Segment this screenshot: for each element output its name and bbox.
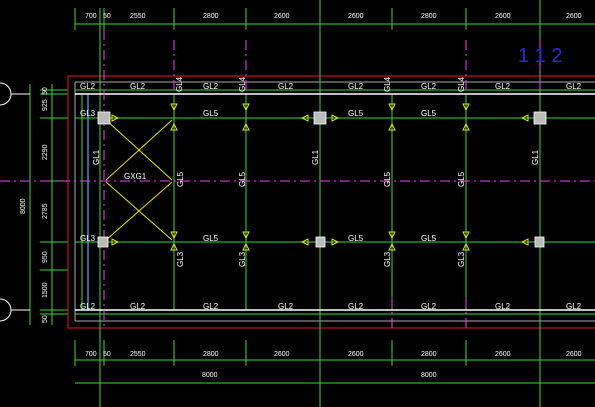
left-dim-5: 1500: [42, 282, 49, 298]
bottom-total-1: 8000: [421, 372, 437, 379]
gl5-v-1: GL5: [238, 171, 247, 187]
row4-beam-1: GL5: [203, 234, 219, 243]
bottom-beam-7: GL2: [566, 302, 582, 311]
bottom-total-0: 8000: [202, 372, 218, 379]
top-beam-5: GL2: [278, 82, 294, 91]
bottom-beam-6: GL2: [495, 302, 511, 311]
row2-beam-1: GL5: [203, 109, 219, 118]
gl3-v-3: GL3: [457, 251, 466, 267]
column-a3: [533, 111, 547, 125]
left-dim-total: 8000: [20, 198, 27, 214]
left-dim-2: 2290: [42, 144, 49, 160]
gl5-v-3: GL5: [457, 171, 466, 187]
top-dim-1: 50: [103, 13, 111, 20]
top-dim-5: 2600: [348, 13, 364, 20]
column-b3: [534, 236, 545, 248]
top-beam-3: GL2: [203, 82, 219, 91]
top-dim-6: 2800: [421, 13, 437, 20]
row2-beam-2: GL5: [348, 109, 364, 118]
top-dim-3: 2800: [203, 13, 219, 20]
bottom-beam-4: GL2: [348, 302, 364, 311]
top-beam-2: GL4: [175, 76, 184, 92]
left-dim-6: 50: [42, 315, 49, 323]
row2-beam-3: GL5: [421, 109, 437, 118]
top-dim-7: 2600: [495, 13, 511, 20]
row4-beam-3: GL5: [421, 234, 437, 243]
bottom-dim-0: 700: [85, 351, 97, 358]
gl1-1: GL1: [311, 149, 320, 165]
row2-beam-0: GL3: [80, 109, 96, 118]
top-beam-9: GL4: [457, 76, 466, 92]
bottom-dim-3: 2800: [203, 351, 219, 358]
bottom-beam-2: GL2: [203, 302, 219, 311]
bottom-dim-7: 2600: [495, 351, 511, 358]
row4-beam-2: GL5: [348, 234, 364, 243]
gl5-v-0: GL5: [176, 171, 185, 187]
gl3-v-2: GL3: [383, 251, 392, 267]
top-beam-11: GL2: [566, 82, 582, 91]
top-beam-10: GL2: [495, 82, 511, 91]
bottom-dim-5: 2600: [348, 351, 364, 358]
top-beam-1: GL2: [130, 82, 146, 91]
bottom-beam-3: GL2: [278, 302, 294, 311]
column-a2: [313, 111, 327, 125]
bottom-beam-0: GL2: [80, 302, 96, 311]
bottom-dim-8: 2600: [566, 351, 582, 358]
column-a1: [97, 111, 111, 125]
column-b2: [315, 236, 326, 248]
partial-title-text: 1 1 2: [518, 45, 562, 67]
top-beam-7: GL4: [383, 76, 392, 92]
gl5-v-2: GL5: [383, 171, 392, 187]
bracing-label: GXG1: [124, 172, 147, 181]
bottom-dim-2: 2550: [130, 351, 146, 358]
column-b1: [97, 236, 109, 248]
gl1-2: GL1: [531, 149, 540, 165]
top-dim-8: 2600: [566, 13, 582, 20]
left-dim-3: 2785: [42, 203, 49, 219]
left-dim-4: 950: [42, 251, 49, 263]
gl3-v-0: GL3: [176, 251, 185, 267]
structural-framing-plan: 700 50 2550 2800 2600 2600 2800 2600 260…: [0, 0, 595, 407]
bottom-beam-5: GL2: [421, 302, 437, 311]
top-beam-6: GL2: [348, 82, 364, 91]
top-dim-2: 2550: [130, 13, 146, 20]
left-dim-1: 925: [42, 99, 49, 111]
top-beam-0: GL2: [80, 82, 96, 91]
top-dim-4: 2600: [274, 13, 290, 20]
top-dim-0: 700: [85, 13, 97, 20]
drawing-background: [0, 0, 595, 407]
bottom-dim-6: 2800: [421, 351, 437, 358]
top-beam-8: GL2: [421, 82, 437, 91]
top-beam-4: GL4: [238, 76, 247, 92]
gl1-0: GL1: [92, 149, 101, 165]
bottom-beam-1: GL2: [130, 302, 146, 311]
bottom-dim-1: 50: [103, 351, 111, 358]
bottom-dim-4: 2600: [274, 351, 290, 358]
left-dim-0: 50: [42, 87, 49, 95]
gl3-v-1: GL3: [238, 251, 247, 267]
row4-beam-0: GL3: [80, 234, 96, 243]
